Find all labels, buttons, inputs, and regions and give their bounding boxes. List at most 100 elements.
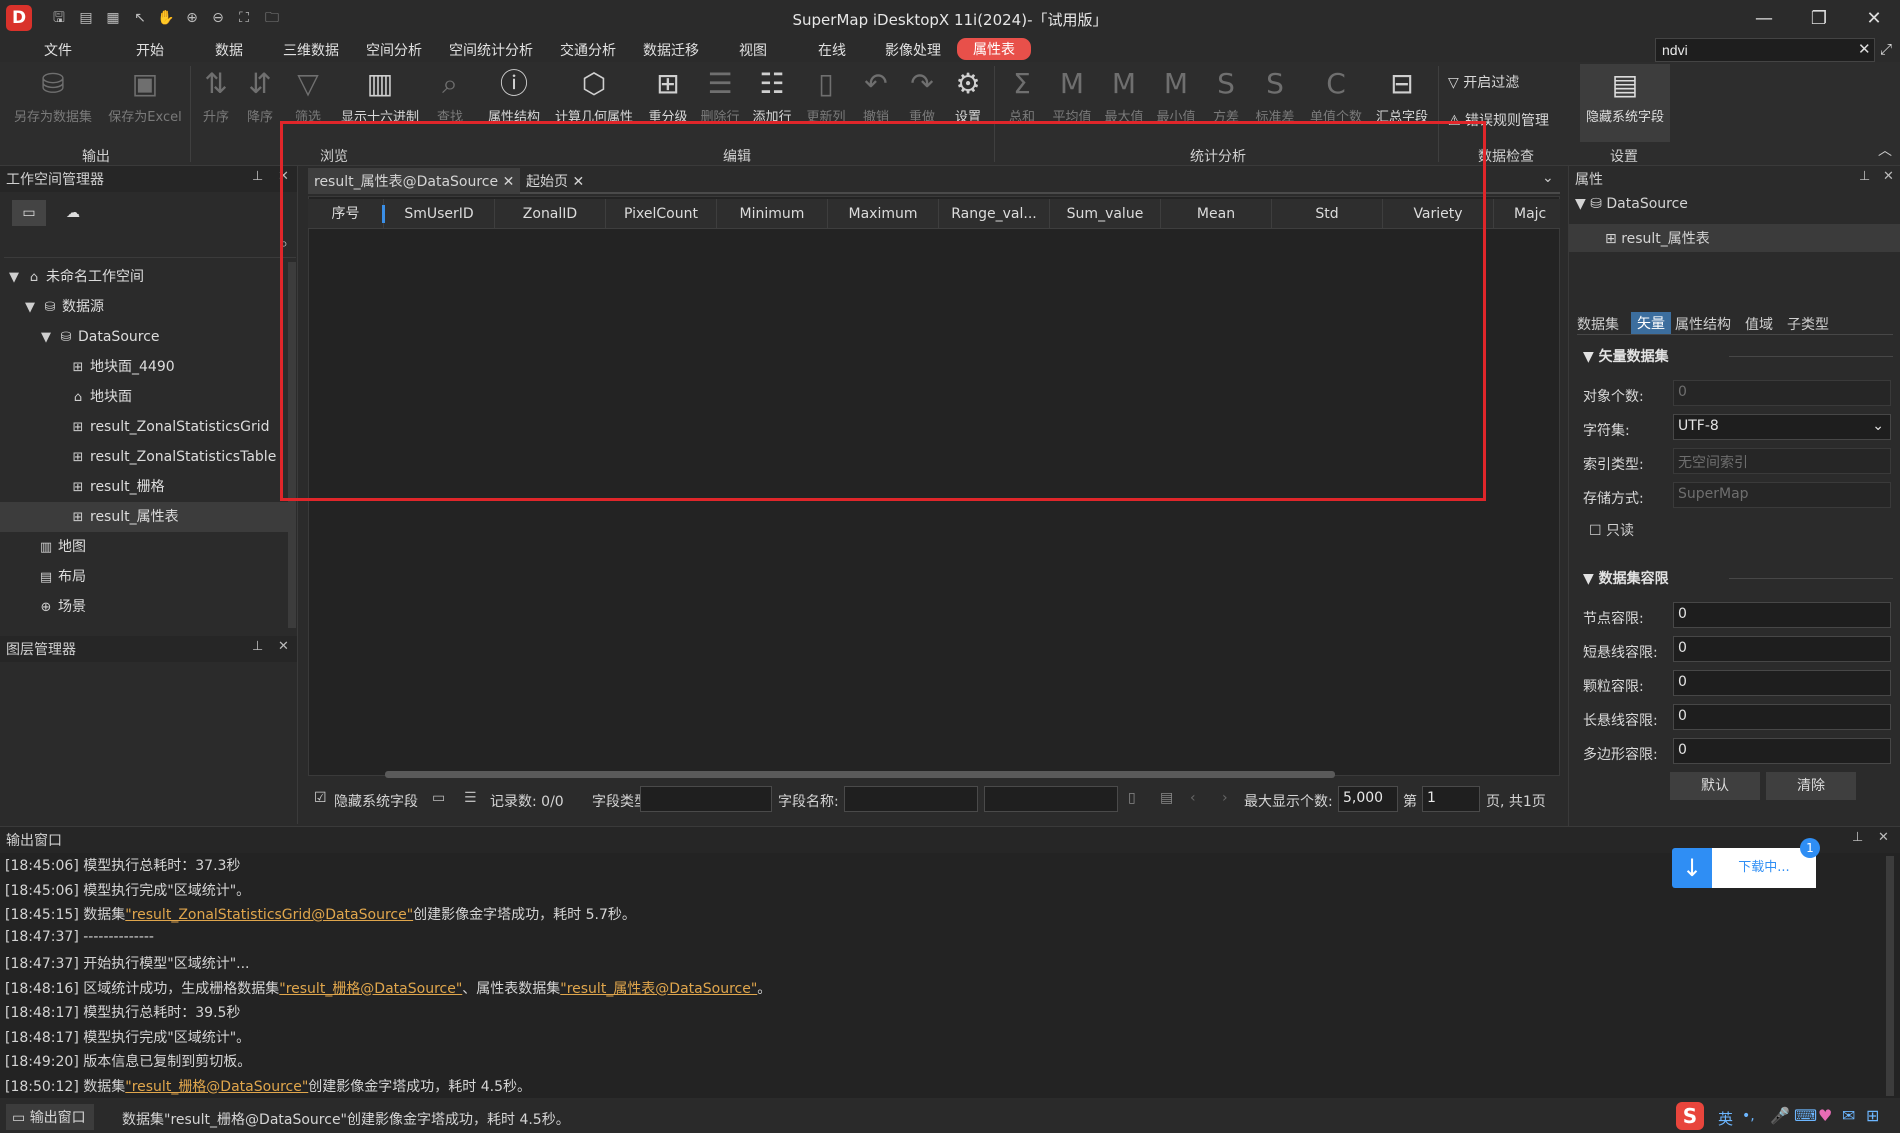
- field-value-input[interactable]: [984, 786, 1118, 812]
- default-button[interactable]: 默认: [1670, 772, 1760, 800]
- update-column-button[interactable]: ▯ 更新列: [804, 66, 848, 125]
- sort-desc-button[interactable]: ⇵ 降序: [242, 66, 278, 125]
- output-scrollbar[interactable]: [1886, 856, 1894, 1096]
- filter-button[interactable]: ▽ 筛选: [290, 66, 326, 125]
- charset-select[interactable]: UTF-8 ⌄: [1673, 414, 1891, 440]
- tree-maps[interactable]: ▥ 地图: [0, 532, 288, 562]
- tab-vector[interactable]: 矢量: [1631, 312, 1671, 334]
- section-tolerance[interactable]: ▼ 数据集容限: [1583, 568, 1669, 588]
- settings-button[interactable]: ⚙ 设置: [950, 66, 986, 125]
- tree-dataset[interactable]: ⊞ result_栅格: [0, 472, 288, 502]
- workspace-view-icon[interactable]: ▭: [12, 200, 46, 226]
- menu-view[interactable]: 视图: [739, 40, 767, 60]
- ime-punct[interactable]: •,: [1742, 1108, 1755, 1124]
- menu-traffic[interactable]: 交通分析: [560, 40, 616, 60]
- tree-dataset[interactable]: ⊞ 地块面_4490: [0, 352, 288, 382]
- prev-page-icon[interactable]: ‹: [1190, 790, 1196, 806]
- menu-imagery[interactable]: 影像处理: [885, 40, 941, 60]
- mean-button[interactable]: M 平均值: [1050, 66, 1094, 125]
- section-vector-dataset[interactable]: ▼ 矢量数据集: [1583, 346, 1669, 366]
- close-icon[interactable]: ✕: [1878, 830, 1889, 845]
- list-icon[interactable]: ☰: [464, 790, 477, 806]
- clear-search-icon[interactable]: ✕: [1858, 40, 1871, 58]
- readonly-checkbox[interactable]: ☐ 只读: [1589, 520, 1634, 540]
- menu-start[interactable]: 开始: [136, 40, 164, 60]
- dataset-link[interactable]: "result_栅格@DataSource": [125, 1079, 308, 1095]
- clear-button[interactable]: 清除: [1766, 772, 1856, 800]
- save-excel-button[interactable]: ▣ 保存为Excel: [104, 66, 186, 125]
- long-dangle-input[interactable]: 0: [1673, 704, 1891, 730]
- minimize-icon[interactable]: —: [1742, 4, 1786, 34]
- menu-attribute-table[interactable]: 属性表: [957, 38, 1031, 60]
- props-tree-dataset[interactable]: ⊞ result_属性表: [1569, 224, 1900, 252]
- show-hex-button[interactable]: ▥ 显示十六进制: [334, 66, 426, 125]
- pin-icon[interactable]: ⊥: [252, 639, 263, 654]
- undo-button[interactable]: ↶ 撤销: [858, 66, 894, 125]
- dataset-link[interactable]: "result_ZonalStatisticsGrid@DataSource": [125, 907, 413, 923]
- std-button[interactable]: S 标准差: [1252, 66, 1298, 125]
- next-page-icon[interactable]: ›: [1222, 790, 1228, 806]
- tree-datasource[interactable]: ▼ ⛁ DataSource: [0, 322, 288, 352]
- hide-sys-checkbox[interactable]: ☑: [314, 790, 327, 806]
- menu-online[interactable]: 在线: [818, 40, 846, 60]
- chat-icon[interactable]: ✉: [1842, 1106, 1855, 1125]
- cloud-icon[interactable]: ☁: [58, 200, 88, 226]
- short-dangle-input[interactable]: 0: [1673, 636, 1891, 662]
- tree-scenes[interactable]: ⊕ 场景: [0, 592, 288, 622]
- add-row-button[interactable]: ☷ 添加行: [750, 66, 794, 125]
- tab-subtype[interactable]: 子类型: [1787, 314, 1829, 334]
- tab-domain[interactable]: 值域: [1745, 314, 1773, 334]
- close-icon[interactable]: ✕: [1883, 169, 1894, 184]
- tree-dataset[interactable]: ⌂ 地块面: [0, 382, 288, 412]
- field-type-input[interactable]: [640, 786, 772, 812]
- tree-datasources[interactable]: ▼ ⛁ 数据源: [0, 292, 288, 322]
- ime-lang[interactable]: 英: [1718, 1108, 1733, 1129]
- dataset-link[interactable]: "result_栅格@DataSource": [279, 981, 462, 997]
- menu-data[interactable]: 数据: [215, 40, 243, 60]
- max-button[interactable]: M 最大值: [1102, 66, 1146, 125]
- menu-file[interactable]: 文件: [44, 40, 72, 60]
- hide-system-fields-button[interactable]: ▤ 隐藏系统字段: [1580, 64, 1670, 142]
- tree-dataset-selected[interactable]: ⊞ result_属性表: [0, 502, 288, 532]
- min-button[interactable]: M 最小值: [1154, 66, 1198, 125]
- find-button[interactable]: ⌕ 查找: [432, 66, 468, 125]
- collapse-ribbon-icon[interactable]: ︿: [1878, 140, 1892, 160]
- enable-filter-button[interactable]: ▽ 开启过滤: [1448, 72, 1519, 92]
- ime-logo-icon[interactable]: S: [1676, 1102, 1704, 1130]
- view-icon[interactable]: ▭: [432, 790, 445, 806]
- calc-geometry-button[interactable]: ⬡ 计算几何属性: [552, 66, 636, 125]
- pin-icon[interactable]: ⊥: [252, 169, 263, 184]
- sum-button[interactable]: Σ 总和: [1004, 66, 1040, 125]
- restore-icon[interactable]: ❐: [1797, 4, 1841, 34]
- page-input[interactable]: 1: [1422, 786, 1480, 812]
- field-name-input[interactable]: [844, 786, 978, 812]
- expand-icon[interactable]: ⤢: [1880, 40, 1892, 58]
- summary-field-button[interactable]: ⊟ 汇总字段: [1372, 66, 1432, 125]
- tab-attr-structure[interactable]: 属性结构: [1675, 314, 1731, 334]
- menu-spatial-stats[interactable]: 空间统计分析: [449, 40, 533, 60]
- max-display-input[interactable]: 5,000: [1338, 786, 1398, 812]
- skin-icon[interactable]: ♥: [1818, 1106, 1832, 1125]
- microphone-icon[interactable]: 🎤: [1770, 1106, 1790, 1125]
- download-button[interactable]: ↓ 下载中...: [1672, 848, 1816, 888]
- delete-row-button[interactable]: ☰ 删除行: [698, 66, 742, 125]
- tree-dataset[interactable]: ⊞ result_ZonalStatisticsTable: [0, 442, 288, 472]
- dataset-link[interactable]: "result_属性表@DataSource": [560, 981, 757, 997]
- keyboard-icon[interactable]: ⌨: [1794, 1106, 1817, 1125]
- redo-button[interactable]: ↷ 重做: [904, 66, 940, 125]
- attr-structure-button[interactable]: ⓘ 属性结构: [484, 66, 544, 125]
- output-window-tab[interactable]: ▭ 输出窗口: [6, 1104, 94, 1130]
- menu-migration[interactable]: 数据迁移: [643, 40, 699, 60]
- grid-menu-icon[interactable]: ⊞: [1866, 1106, 1879, 1125]
- horizontal-scrollbar[interactable]: [385, 771, 1335, 778]
- column-header[interactable]: Majc: [1494, 199, 1560, 228]
- col-view-icon[interactable]: ▯: [1128, 790, 1136, 806]
- pin-icon[interactable]: ⊥: [1859, 169, 1870, 184]
- tree-workspace[interactable]: ▼ ⌂ 未命名工作空间: [0, 262, 288, 292]
- search-input[interactable]: [1655, 38, 1875, 62]
- save-as-dataset-button[interactable]: ⛁ 另存为数据集: [8, 66, 98, 125]
- pin-icon[interactable]: ⊥: [1852, 830, 1863, 845]
- unique-count-button[interactable]: C 单值个数: [1306, 66, 1366, 125]
- node-tolerance-input[interactable]: 0: [1673, 602, 1891, 628]
- menu-3d-data[interactable]: 三维数据: [283, 40, 339, 60]
